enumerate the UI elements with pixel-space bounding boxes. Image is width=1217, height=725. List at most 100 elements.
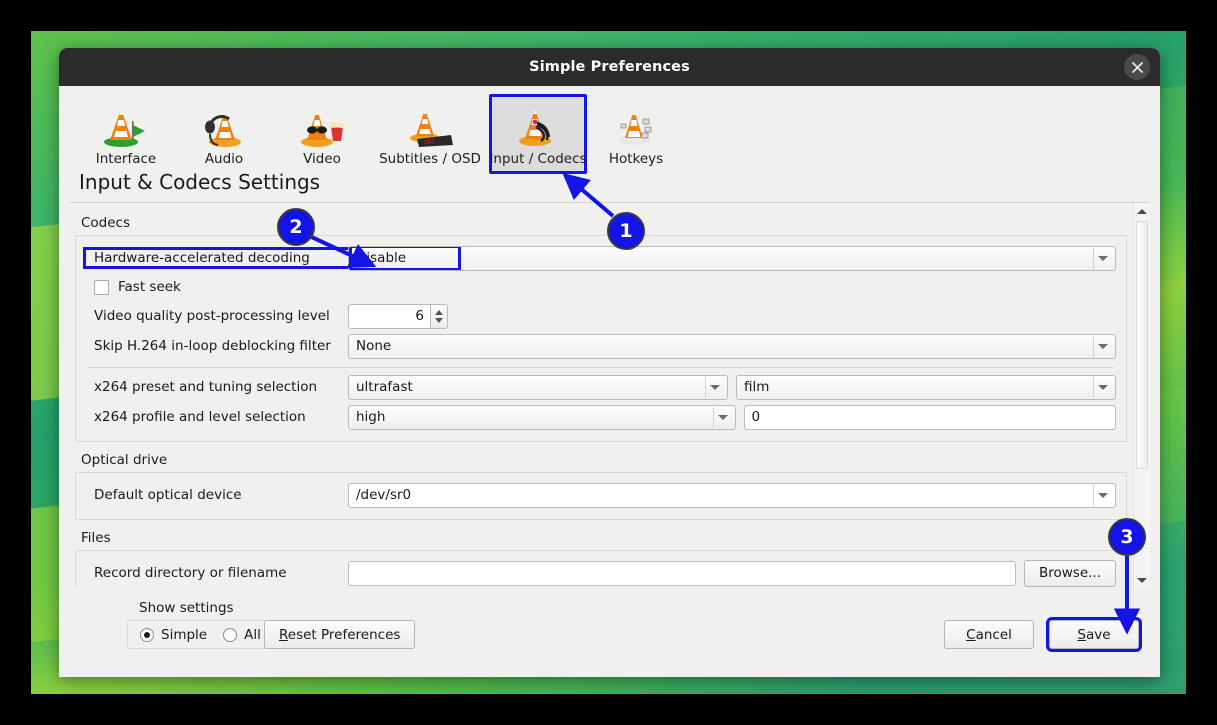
browse-button[interactable]: Browse... bbox=[1024, 560, 1116, 587]
fast-seek-checkbox[interactable] bbox=[94, 280, 109, 295]
cancel-rest-label: ancel bbox=[976, 627, 1012, 643]
spinner-up-icon[interactable] bbox=[435, 310, 443, 315]
show-settings-radio-group: Simple All bbox=[127, 620, 274, 649]
chevron-down-icon bbox=[1098, 256, 1108, 261]
chevron-down-icon bbox=[718, 415, 728, 420]
row-x264-preset: x264 preset and tuning selection ultrafa… bbox=[86, 372, 1116, 402]
x264-level-input[interactable]: 0 bbox=[744, 405, 1117, 430]
vlc-cone-glasses-popcorn-icon bbox=[294, 103, 350, 147]
cancel-button[interactable]: Cancel bbox=[944, 620, 1034, 649]
x264-preset-combo[interactable]: ultrafast bbox=[348, 375, 728, 400]
save-accel-letter: S bbox=[1077, 627, 1086, 643]
x264-preset-value: ultrafast bbox=[356, 379, 413, 395]
deblocking-value: None bbox=[356, 338, 391, 354]
x264-tuning-value: film bbox=[744, 379, 769, 395]
save-rest-label: ave bbox=[1086, 627, 1111, 643]
x264-profile-value: high bbox=[356, 409, 385, 425]
scroll-down-arrow-icon[interactable] bbox=[1134, 572, 1150, 588]
hardware-decoding-value: Disable bbox=[352, 248, 458, 268]
cancel-accel-letter: C bbox=[966, 627, 975, 643]
default-optical-device-label: Default optical device bbox=[86, 487, 348, 503]
tab-subtitles-osd[interactable]: ABC Subtitles / OSD bbox=[371, 94, 489, 174]
reset-accel-letter: R bbox=[279, 627, 288, 643]
settings-content: Codecs Hardware-accelerated decoding Dis… bbox=[69, 203, 1133, 588]
tab-label: Video bbox=[303, 151, 341, 167]
vlc-cone-interface-icon bbox=[98, 103, 154, 147]
svg-text:ABC: ABC bbox=[424, 139, 435, 146]
tab-label: Interface bbox=[96, 151, 156, 167]
scrollbar-thumb[interactable] bbox=[1136, 221, 1148, 469]
x264-tuning-combo[interactable]: film bbox=[736, 375, 1116, 400]
codecs-group: Hardware-accelerated decoding Disable Fa… bbox=[75, 235, 1127, 442]
chevron-down-icon bbox=[1098, 493, 1108, 498]
tab-label: Hotkeys bbox=[609, 151, 663, 167]
tab-audio[interactable]: Audio bbox=[175, 94, 273, 174]
radio-simple[interactable] bbox=[140, 628, 154, 642]
spinner-buttons[interactable] bbox=[430, 304, 448, 329]
row-fast-seek: Fast seek bbox=[86, 273, 1116, 301]
dialog-bottom-bar: Show settings Simple All Reset Preferenc… bbox=[59, 595, 1160, 677]
group-title-files: Files bbox=[81, 530, 1127, 546]
vlc-cone-headphones-icon bbox=[196, 103, 252, 147]
preferences-window: Simple Preferences bbox=[59, 48, 1160, 677]
spinner-down-icon[interactable] bbox=[435, 318, 443, 323]
row-record-directory: Record directory or filename Browse... bbox=[86, 558, 1116, 588]
vlc-cone-keyboard-icon bbox=[608, 103, 664, 147]
files-group: Record directory or filename Browse... bbox=[75, 550, 1127, 588]
default-optical-device-combo[interactable]: /dev/sr0 bbox=[348, 483, 1116, 508]
tab-hotkeys[interactable]: Hotkeys bbox=[587, 94, 685, 174]
deblocking-label: Skip H.264 in-loop deblocking filter bbox=[86, 338, 348, 354]
scroll-up-arrow-icon[interactable] bbox=[1134, 203, 1150, 219]
row-postprocessing: Video quality post-processing level 6 bbox=[86, 301, 1116, 331]
postprocessing-label: Video quality post-processing level bbox=[86, 308, 348, 324]
vlc-cone-subtitles-icon: ABC bbox=[402, 103, 458, 147]
x264-preset-label: x264 preset and tuning selection bbox=[86, 379, 348, 395]
optical-drive-group: Default optical device /dev/sr0 bbox=[75, 472, 1127, 520]
annotation-badge-3: 3 bbox=[1108, 518, 1146, 556]
tab-video[interactable]: Video bbox=[273, 94, 371, 174]
group-title-optical-drive: Optical drive bbox=[81, 452, 1127, 468]
save-button[interactable]: Save bbox=[1049, 620, 1139, 649]
annotation-badge-2: 2 bbox=[277, 208, 315, 246]
chevron-down-icon bbox=[1098, 344, 1108, 349]
deblocking-combo[interactable]: None bbox=[348, 334, 1116, 359]
codecs-divider bbox=[88, 367, 1114, 368]
chevron-down-icon bbox=[710, 385, 720, 390]
group-title-codecs: Codecs bbox=[81, 215, 1127, 231]
radio-all[interactable] bbox=[223, 628, 237, 642]
x264-profile-label: x264 profile and level selection bbox=[86, 409, 348, 425]
reset-rest-label: eset Preferences bbox=[288, 627, 401, 643]
postprocessing-spinner[interactable]: 6 bbox=[348, 304, 448, 329]
settings-scroll-area: Codecs Hardware-accelerated decoding Dis… bbox=[69, 203, 1150, 588]
row-hardware-decoding: Hardware-accelerated decoding Disable bbox=[86, 243, 1116, 273]
fast-seek-label: Fast seek bbox=[118, 279, 181, 295]
postprocessing-value: 6 bbox=[348, 304, 430, 329]
x264-level-value: 0 bbox=[752, 409, 761, 425]
tab-label: Subtitles / OSD bbox=[379, 151, 481, 167]
hardware-decoding-label: Hardware-accelerated decoding bbox=[86, 250, 348, 266]
record-directory-input[interactable] bbox=[348, 561, 1016, 586]
tab-label: Audio bbox=[205, 151, 243, 167]
x264-profile-combo[interactable]: high bbox=[348, 405, 736, 430]
window-title: Simple Preferences bbox=[529, 59, 690, 75]
window-titlebar: Simple Preferences bbox=[59, 48, 1160, 86]
chevron-down-icon bbox=[1098, 385, 1108, 390]
annotation-badge-1: 1 bbox=[607, 212, 645, 250]
row-default-optical-device: Default optical device /dev/sr0 bbox=[86, 480, 1116, 510]
default-optical-device-value: /dev/sr0 bbox=[356, 487, 411, 503]
preferences-toolbar: Interface Audio bbox=[59, 86, 1160, 168]
tab-label: Input / Codecs bbox=[489, 151, 586, 167]
radio-simple-label: Simple bbox=[161, 627, 207, 643]
record-directory-label: Record directory or filename bbox=[86, 565, 348, 581]
row-deblocking: Skip H.264 in-loop deblocking filter Non… bbox=[86, 331, 1116, 361]
hardware-decoding-combo[interactable]: Disable bbox=[348, 246, 1116, 271]
show-settings-label: Show settings bbox=[139, 600, 234, 616]
tab-interface[interactable]: Interface bbox=[77, 94, 175, 174]
radio-all-label: All bbox=[244, 627, 261, 643]
vlc-cone-cables-icon bbox=[510, 103, 566, 147]
tab-input-codecs[interactable]: Input / Codecs bbox=[489, 94, 587, 174]
close-icon[interactable] bbox=[1124, 54, 1150, 80]
desktop-background: Simple Preferences bbox=[0, 0, 1217, 725]
reset-preferences-button[interactable]: Reset Preferences bbox=[264, 620, 415, 649]
row-x264-profile: x264 profile and level selection high 0 bbox=[86, 402, 1116, 432]
